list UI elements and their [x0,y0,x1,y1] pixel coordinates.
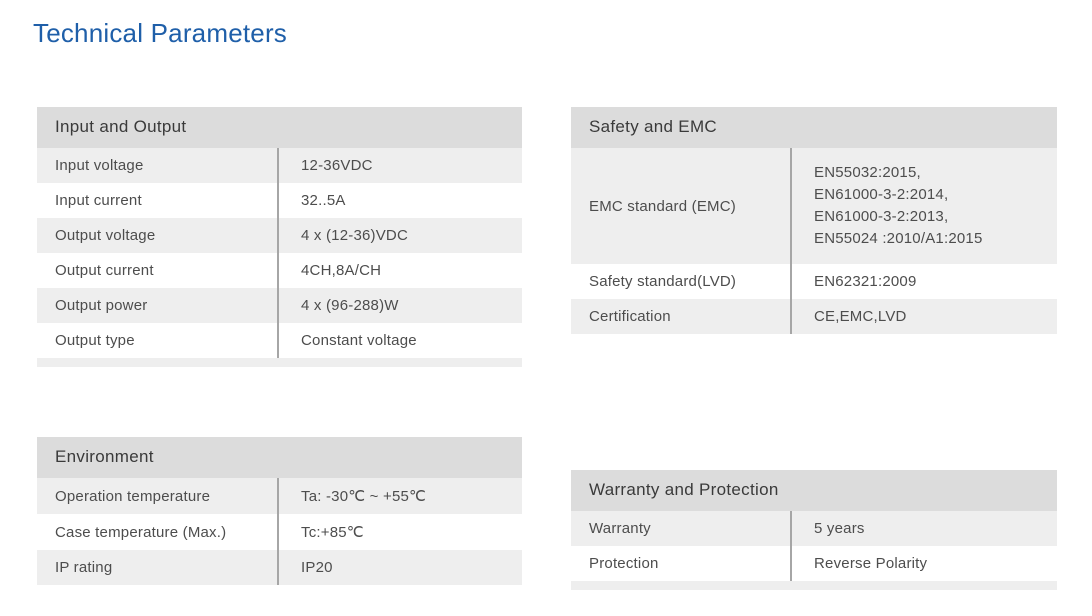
table-row: Operation temperature Ta: -30℃ ~ +55℃ [37,478,522,514]
row-value: CE,EMC,LVD [790,299,1057,335]
row-label: Case temperature (Max.) [55,523,227,541]
row-value: 32..5A [277,183,522,218]
row-value: Ta: -30℃ ~ +55℃ [277,478,522,514]
row-value: 4 x (96-288)W [277,288,522,323]
row-label: Certification [589,308,671,326]
technical-parameters-page: Technical Parameters Input and Output In… [0,0,1092,616]
row-value: Constant voltage [277,323,522,358]
table-header-safety-emc: Safety and EMC [571,107,1057,148]
table-header-environment: Environment [37,437,522,478]
row-label: EMC standard (EMC) [589,197,736,215]
spec-table-input-output: Input and Output Input voltage 12-36VDC … [37,107,522,367]
table-body-safety-emc: EMC standard (EMC) EN55032:2015, EN61000… [571,148,1057,344]
table-row: Output voltage 4 x (12-36)VDC [37,218,522,253]
row-label: Protection [589,555,659,572]
table-footer-band [571,581,1057,590]
table-body-input-output: Input voltage 12-36VDC Input current 32.… [37,148,522,367]
table-row: EMC standard (EMC) EN55032:2015, EN61000… [571,148,1057,265]
table-row: Input current 32..5A [37,183,522,218]
table-header-warranty-protection: Warranty and Protection [571,470,1057,511]
row-label: Output type [55,332,135,349]
row-value-text: EN55032:2015, EN61000-3-2:2014, EN61000-… [814,164,983,248]
table-row: Protection Reverse Polarity [571,546,1057,581]
page-title: Technical Parameters [33,18,287,48]
table-row: Certification CE,EMC,LVD [571,299,1057,335]
row-value: 4 x (12-36)VDC [277,218,522,253]
row-label: Warranty [589,520,651,537]
table-footer-band [37,358,522,367]
table-body-warranty-protection: Warranty 5 years Protection Reverse Pola… [571,511,1057,590]
row-value: 12-36VDC [277,148,522,183]
row-value: IP20 [277,550,522,585]
row-value: Tc:+85℃ [277,514,522,550]
spec-table-warranty-protection: Warranty and Protection Warranty 5 years… [571,470,1057,590]
table-row: Output current 4CH,8A/CH [37,253,522,288]
table-footer-band [571,334,1057,344]
table-row: Input voltage 12-36VDC [37,148,522,183]
spec-table-safety-emc: Safety and EMC EMC standard (EMC) EN5503… [571,107,1057,344]
row-value: Reverse Polarity [790,546,1057,581]
row-label: Safety standard(LVD) [589,273,737,291]
row-value: EN62321:2009 [790,264,1057,300]
table-footer-band [37,585,522,594]
row-label: Output power [55,297,148,314]
table-row: Case temperature (Max.) Tc:+85℃ [37,514,522,550]
table-row: Output power 4 x (96-288)W [37,288,522,323]
table-row: Output type Constant voltage [37,323,522,358]
table-row: IP rating IP20 [37,550,522,585]
row-value: EN55032:2015, EN61000-3-2:2014, EN61000-… [790,148,1057,265]
spec-table-environment: Environment Operation temperature Ta: -3… [37,437,522,594]
row-label: Output current [55,262,154,279]
row-label: Output voltage [55,227,156,244]
table-body-environment: Operation temperature Ta: -30℃ ~ +55℃ Ca… [37,478,522,594]
table-row: Safety standard(LVD) EN62321:2009 [571,264,1057,300]
table-row: Warranty 5 years [571,511,1057,546]
row-label: IP rating [55,559,113,576]
row-label: Input current [55,192,142,209]
row-label: Operation temperature [55,487,211,505]
row-value: 5 years [790,511,1057,546]
row-value: 4CH,8A/CH [277,253,522,288]
table-header-input-output: Input and Output [37,107,522,148]
row-label: Input voltage [55,157,144,174]
